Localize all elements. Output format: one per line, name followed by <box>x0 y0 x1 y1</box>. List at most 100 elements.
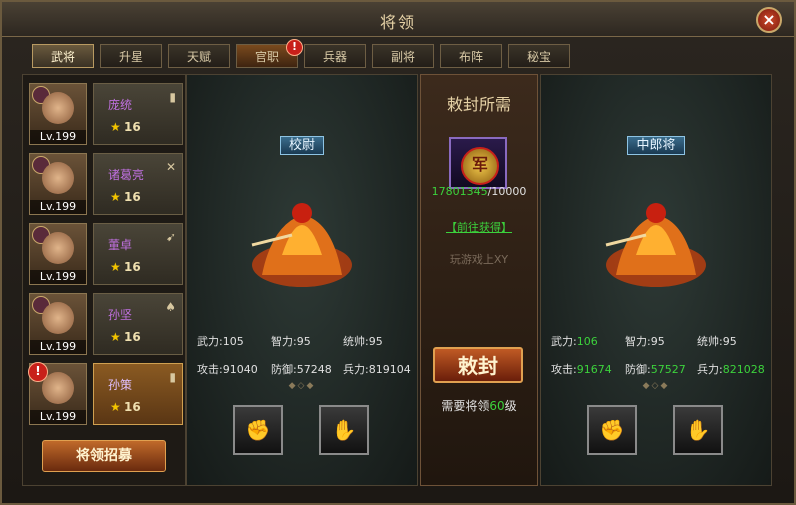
skill-slot-2[interactable]: ✋ <box>319 405 369 455</box>
stat-tongshuai: 统帅:95 <box>697 333 737 349</box>
star-icon: ★ <box>110 120 121 134</box>
need-suffix: 级 <box>504 399 517 413</box>
hero-level: Lv.199 <box>30 410 86 424</box>
tab-fujiang[interactable]: 副将 <box>372 44 434 68</box>
hero-info[interactable]: 诸葛亮 ✕ ★ 16 <box>93 153 183 215</box>
stat-value: 821028 <box>722 363 765 376</box>
hero-info[interactable]: 董卓 ➹ ★ 16 <box>93 223 183 285</box>
stat-value: 95 <box>722 335 737 348</box>
stat-value: 95 <box>296 335 311 348</box>
hero-face <box>42 162 74 194</box>
tab-guanzhi[interactable]: 官职! <box>236 39 303 68</box>
current-rank-panel: 校尉 武力:105 智力:95 统帅:95 攻击:91040 防御:57248 … <box>186 74 418 486</box>
hero-portrait[interactable]: ! Lv.199 <box>28 362 87 425</box>
tab-label: 天赋 <box>186 50 211 64</box>
alert-badge: ! <box>286 39 303 56</box>
stat-zhili: 智力:95 <box>625 333 665 349</box>
general-window: 将领 × 武将 升星 天赋 官职! 兵器 副将 布阵 秘宝 Lv.199 庞统 ▮… <box>0 0 796 505</box>
hero-stars: 16 <box>124 190 141 204</box>
hero-item[interactable]: Lv.199 诸葛亮 ✕ ★ 16 <box>27 153 183 217</box>
hero-info[interactable]: 庞统 ▮ ★ 16 <box>93 83 183 145</box>
hero-portrait[interactable]: Lv.199 <box>29 83 87 145</box>
fist-icon: ✊ <box>599 418 625 442</box>
skill-slot-2[interactable]: ✋ <box>673 405 723 455</box>
star-icon: ★ <box>110 260 121 274</box>
tab-label: 升星 <box>118 50 143 64</box>
hero-name: 诸葛亮 <box>108 168 145 182</box>
muscle-icon: ✋ <box>685 418 711 442</box>
level-requirement: 需要将领60级 <box>421 397 537 414</box>
stat-gongji: 攻击:91674 <box>551 361 612 377</box>
stat-label: 武力: <box>551 335 577 348</box>
hero-item[interactable]: Lv.199 庞统 ▮ ★ 16 <box>27 83 183 147</box>
stat-label: 攻击: <box>551 363 577 376</box>
stat-label: 智力: <box>271 335 297 348</box>
stat-label: 兵力: <box>697 363 723 376</box>
recruit-button[interactable]: 将领招募 <box>42 440 166 472</box>
stat-label: 防御: <box>625 363 651 376</box>
hero-portrait[interactable]: Lv.199 <box>29 153 87 215</box>
muscle-icon: ✋ <box>331 418 357 442</box>
hero-name: 孙坚 <box>108 308 133 322</box>
stat-label: 防御: <box>271 363 297 376</box>
close-icon[interactable]: × <box>756 7 782 33</box>
title-bar: 将领 × <box>2 2 794 37</box>
attribute-row: 武力:106 智力:95 统帅:95 <box>551 333 766 349</box>
item-have: 17801345 <box>431 185 488 198</box>
army-seal-icon[interactable]: 军 <box>449 137 507 189</box>
tab-tianfu[interactable]: 天赋 <box>168 44 230 68</box>
fist-icon: ✊ <box>245 418 271 442</box>
hero-face <box>42 232 74 264</box>
stat-bingli: 兵力:819104 <box>343 361 411 377</box>
tab-label: 布阵 <box>458 50 483 64</box>
hero-stars: 16 <box>124 120 141 134</box>
axe-icon: ♠ <box>165 300 176 314</box>
requirement-title: 敕封所需 <box>446 95 511 114</box>
tab-label: 武将 <box>50 50 75 64</box>
shield-icon: ▮ <box>169 370 176 384</box>
hero-list: Lv.199 庞统 ▮ ★ 16 Lv.199 诸葛亮 ✕ ★ 16 Lv.199 董卓 ➹ ★… <box>22 74 186 486</box>
rank-name: 中郎将 <box>627 136 685 155</box>
stat-value: 95 <box>650 335 665 348</box>
hero-level: Lv.199 <box>30 200 86 214</box>
alert-badge: ! <box>28 362 48 382</box>
stat-tongshuai: 统帅:95 <box>343 333 383 349</box>
hero-face <box>42 372 74 404</box>
tab-bingqi[interactable]: 兵器 <box>304 44 366 68</box>
tab-mibao[interactable]: 秘宝 <box>508 44 570 68</box>
hero-stars: 16 <box>124 260 141 274</box>
promote-button[interactable]: 敕封 <box>433 347 523 383</box>
star-icon: ★ <box>110 190 121 204</box>
hero-stars: 16 <box>124 400 141 414</box>
stat-wuli: 武力:105 <box>197 333 244 349</box>
hero-portrait[interactable]: Lv.199 <box>29 293 87 355</box>
rank-banner: 校尉 <box>252 135 352 157</box>
rank-banner: 中郎将 <box>606 135 706 157</box>
hero-stars: 16 <box>124 330 141 344</box>
stat-wuli: 武力:106 <box>551 333 598 349</box>
hero-name: 董卓 <box>108 238 133 252</box>
tab-buzhen[interactable]: 布阵 <box>440 44 502 68</box>
stat-label: 攻击: <box>197 363 223 376</box>
tab-shengxing[interactable]: 升星 <box>100 44 162 68</box>
hero-item-selected[interactable]: ! Lv.199 孙策 ▮ ★ 16 <box>27 362 183 427</box>
hero-item[interactable]: Lv.199 董卓 ➹ ★ 16 <box>27 223 183 287</box>
stat-label: 兵力: <box>343 363 369 376</box>
stat-fangyu: 防御:57527 <box>625 361 686 377</box>
hero-item[interactable]: Lv.199 孙坚 ♠ ★ 16 <box>27 293 183 357</box>
tab-wujiang[interactable]: 武将 <box>32 44 94 68</box>
crossed-swords-icon: ✕ <box>165 160 176 174</box>
divider: ◆◇◆ <box>288 381 316 391</box>
obtain-link[interactable]: 【前往获得】 <box>421 219 537 235</box>
stat-fangyu: 防御:57248 <box>271 361 332 377</box>
hero-info[interactable]: 孙策 ▮ ★ 16 <box>93 363 183 425</box>
hero-portrait[interactable]: Lv.199 <box>29 223 87 285</box>
tab-label: 秘宝 <box>526 50 551 64</box>
hero-info[interactable]: 孙坚 ♠ ★ 16 <box>93 293 183 355</box>
hero-face <box>42 92 74 124</box>
skill-slot-1[interactable]: ✊ <box>233 405 283 455</box>
stat-label: 统帅: <box>343 335 369 348</box>
hero-name: 孙策 <box>108 378 133 392</box>
stat-value: 819104 <box>368 363 411 376</box>
skill-slot-1[interactable]: ✊ <box>587 405 637 455</box>
